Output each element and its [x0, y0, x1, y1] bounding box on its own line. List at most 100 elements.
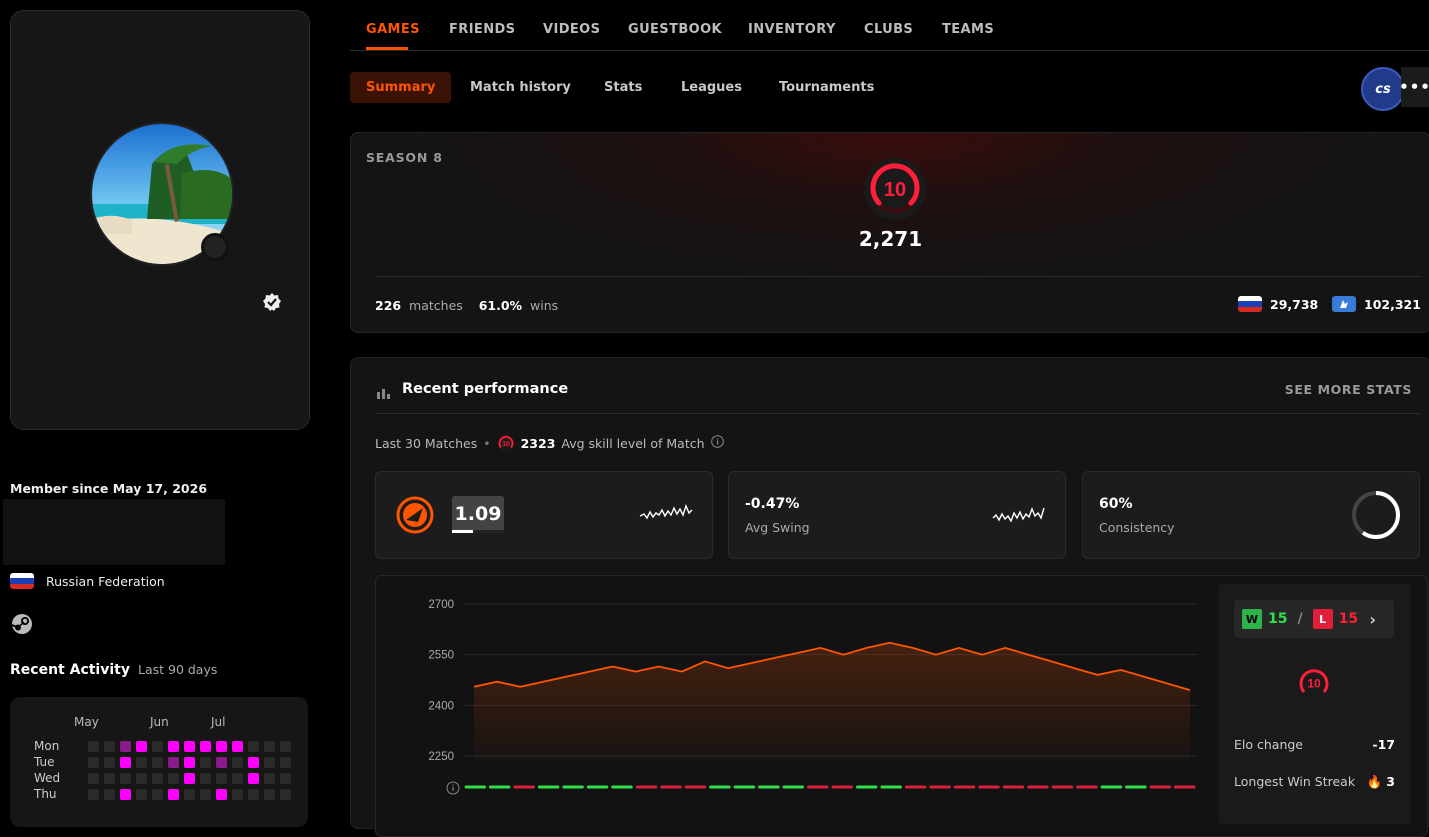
info-icon[interactable] — [711, 435, 724, 451]
online-status-dot — [201, 233, 229, 261]
activity-heatmap: May Jun Jul Mon Tue Wed Thu — [10, 697, 308, 827]
consistency-value: 60% — [1099, 496, 1133, 512]
consistency-ring-icon — [1351, 490, 1401, 544]
activity-cell — [152, 757, 163, 768]
redacted-block — [3, 499, 225, 565]
season-label: SEASON 8 — [366, 150, 443, 165]
activity-cell — [200, 741, 211, 752]
skill-level-value: 10 — [884, 179, 906, 201]
recent-activity-period: Last 90 days — [138, 662, 217, 677]
skill-level-value: 10 — [1307, 677, 1321, 691]
skill-level-icon: 10 — [863, 157, 927, 221]
activity-cell — [280, 789, 291, 800]
subtab-summary[interactable]: Summary — [350, 72, 451, 103]
activity-cell — [248, 757, 259, 768]
activity-cell — [104, 789, 115, 800]
win-badge: W — [1242, 609, 1262, 629]
day-label: Tue — [34, 755, 55, 769]
rating-stat-box[interactable]: 1.09 — [375, 471, 713, 559]
game-badge-label: cs — [1375, 82, 1390, 97]
verified-badge-icon[interactable] — [262, 292, 282, 312]
activity-cell — [152, 789, 163, 800]
tab-friends[interactable]: FRIENDS — [449, 22, 515, 37]
elo-change-row: Elo change -17 — [1234, 737, 1395, 752]
country-rank[interactable]: 29,738 — [1238, 296, 1318, 312]
activity-cell — [264, 789, 275, 800]
elo-chart-panel: 2700255024002250 W 15 / L 15 › 10 El — [375, 575, 1428, 837]
rating-value: 1.09 — [452, 496, 504, 532]
activity-cell — [136, 789, 147, 800]
activity-cell — [248, 741, 259, 752]
tab-inventory[interactable]: INVENTORY — [748, 22, 836, 37]
avg-skill-label: Avg skill level of Match — [561, 436, 704, 451]
activity-cell — [120, 757, 131, 768]
chevron-right-icon[interactable]: › — [1369, 610, 1376, 629]
activity-cell — [88, 773, 99, 784]
subtab-stats[interactable]: Stats — [588, 72, 658, 103]
tab-videos[interactable]: VIDEOS — [543, 22, 600, 37]
activity-cell — [200, 773, 211, 784]
rating-bar — [452, 530, 504, 533]
matches-count: 226 — [375, 298, 401, 313]
recent-performance-card: Recent performance SEE MORE STATS Last 3… — [350, 357, 1429, 829]
skill-level-mini-value: 10 — [502, 441, 510, 448]
longest-streak-label: Longest Win Streak — [1234, 774, 1355, 790]
activity-cell — [248, 773, 259, 784]
bar-chart-icon — [377, 384, 390, 396]
divider — [375, 413, 1420, 414]
subtab-match-history[interactable]: Match history — [454, 72, 587, 103]
activity-cell — [136, 741, 147, 752]
active-tab-underline — [366, 47, 408, 50]
activity-cell — [120, 741, 131, 752]
tab-teams[interactable]: TEAMS — [942, 22, 994, 37]
subtab-tournaments[interactable]: Tournaments — [763, 72, 890, 103]
activity-cell — [280, 757, 291, 768]
y-tick-label: 2550 — [428, 650, 454, 662]
activity-cell — [184, 789, 195, 800]
activity-cell — [216, 757, 227, 768]
see-more-stats-link[interactable]: SEE MORE STATS — [1285, 382, 1412, 397]
consistency-stat-box[interactable]: 60% Consistency — [1082, 471, 1420, 559]
elo-change-value: -17 — [1372, 737, 1395, 752]
win-loss-toggle[interactable]: W 15 / L 15 › — [1234, 600, 1394, 638]
consistency-label: Consistency — [1099, 520, 1175, 535]
longest-streak-value: 3 — [1386, 774, 1395, 789]
tab-guestbook[interactable]: GUESTBOOK — [628, 22, 722, 37]
activity-cell — [136, 757, 147, 768]
tab-clubs[interactable]: CLUBS — [864, 22, 913, 37]
activity-cell — [88, 757, 99, 768]
chart-info-icon[interactable] — [446, 780, 460, 794]
elo-change-label: Elo change — [1234, 737, 1303, 752]
recent-activity-title: Recent Activity — [10, 662, 130, 678]
activity-cell — [200, 789, 211, 800]
more-options-icon[interactable]: ••• — [1401, 67, 1429, 107]
section-title: Recent performance — [402, 381, 568, 397]
longest-streak-row: Longest Win Streak 🔥 3 — [1234, 774, 1395, 790]
subtab-leagues[interactable]: Leagues — [665, 72, 758, 103]
last-matches-label: Last 30 Matches — [375, 436, 477, 451]
day-label: Mon — [34, 739, 59, 753]
activity-cell — [184, 757, 195, 768]
elo-area — [474, 643, 1190, 761]
activity-cell — [280, 773, 291, 784]
season-stats: 226 matches 61.0% wins — [375, 298, 558, 313]
region-rank-value: 102,321 — [1364, 297, 1421, 312]
avg-swing-stat-box[interactable]: -0.47% Avg Swing — [728, 471, 1066, 559]
winrate-value: 61.0% — [479, 298, 522, 313]
region-rank[interactable]: 102,321 — [1332, 296, 1421, 312]
steam-icon[interactable] — [11, 613, 33, 635]
activity-cell — [104, 757, 115, 768]
wins-count: 15 — [1268, 611, 1287, 627]
activity-cell — [104, 773, 115, 784]
activity-cell — [232, 741, 243, 752]
activity-cell — [168, 789, 179, 800]
wins-label: wins — [530, 298, 558, 313]
y-tick-label: 2400 — [428, 700, 454, 712]
tab-games[interactable]: GAMES — [366, 22, 420, 37]
fire-icon: 🔥 — [1367, 774, 1383, 789]
activity-cell — [216, 741, 227, 752]
month-label: Jun — [150, 715, 169, 729]
rating-sparkline-icon — [638, 498, 694, 532]
activity-cell — [168, 741, 179, 752]
loss-badge: L — [1313, 609, 1333, 629]
